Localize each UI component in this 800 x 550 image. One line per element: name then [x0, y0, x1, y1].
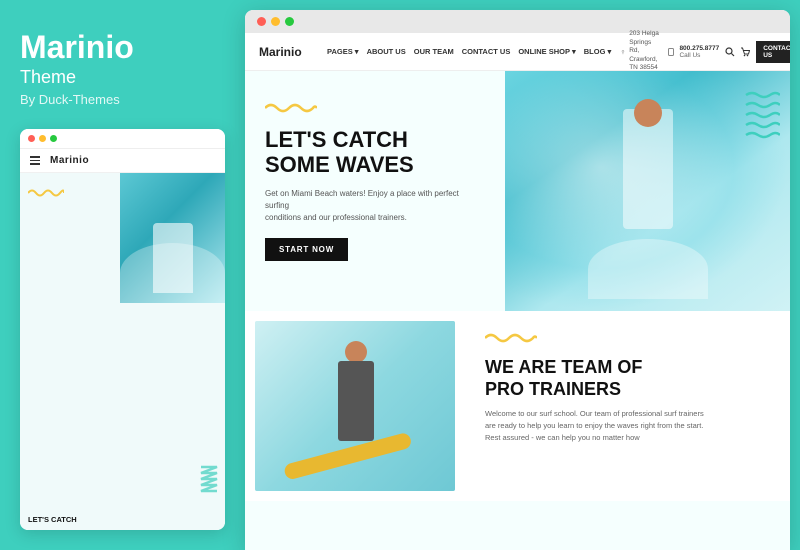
site-logo: Marinio [259, 45, 309, 59]
section-below-image [255, 321, 455, 491]
mini-surf-image [120, 173, 225, 303]
below-wave-decoration [485, 331, 770, 349]
nav-contact[interactable]: CONTACT US [462, 47, 511, 56]
hero-zigzag-decoration [744, 91, 780, 144]
site-navbar: Marinio PAGES ▾ ABOUT US OUR TEAM CONTAC… [245, 33, 790, 71]
nav-blog[interactable]: BLOG ▾ [584, 47, 612, 56]
nav-pages[interactable]: PAGES ▾ [327, 47, 359, 56]
mini-text-area [28, 188, 118, 207]
app-author: By Duck-Themes [20, 92, 225, 107]
hero-description: Get on Miami Beach waters! Enjoy a place… [265, 188, 465, 224]
below-person-head [345, 341, 367, 363]
mini-catch-text: LET'S CATCH [28, 515, 77, 524]
mini-preview-card: Marinio LET'S CATCH [20, 129, 225, 530]
nav-links: PAGES ▾ ABOUT US OUR TEAM CONTACT US ONL… [327, 47, 611, 56]
app-title: Marinio [20, 30, 225, 65]
mini-preview-titlebar [20, 129, 225, 149]
nav-about[interactable]: ABOUT US [367, 47, 406, 56]
nav-icons [725, 47, 750, 57]
section-below-hero: WE ARE TEAM OF PRO TRAINERS Welcome to o… [245, 311, 790, 501]
mini-surfer-figure [153, 223, 193, 293]
browser-dot-red [257, 17, 266, 26]
below-person-body [338, 361, 374, 441]
phone-icon [667, 48, 675, 56]
cart-icon[interactable] [740, 47, 750, 57]
below-section-title: WE ARE TEAM OF PRO TRAINERS [485, 357, 770, 400]
hero-left: LET'S CATCH SOME WAVES Get on Miami Beac… [245, 71, 505, 311]
location-icon [621, 47, 625, 57]
nav-team[interactable]: OUR TEAM [414, 47, 454, 56]
mini-logo: Marinio [50, 155, 89, 166]
left-panel: Marinio Theme By Duck-Themes Marinio [0, 0, 245, 550]
contact-us-button[interactable]: CONTACT US [756, 41, 790, 63]
browser-dot-green [285, 17, 294, 26]
mini-preview-body: LET'S CATCH [20, 173, 225, 530]
search-icon[interactable] [725, 47, 735, 57]
mini-wave-yellow-icon [28, 188, 64, 198]
mini-dot-green [50, 135, 57, 142]
surfer-body [623, 109, 673, 229]
hero-wave-decoration [265, 101, 485, 119]
start-now-button[interactable]: START NOW [265, 238, 348, 261]
site-content: LET'S CATCH SOME WAVES Get on Miami Beac… [245, 71, 790, 550]
surfer-wave-splash [588, 239, 708, 299]
browser-dot-yellow [271, 17, 280, 26]
app-subtitle: Theme [20, 67, 225, 88]
nav-shop[interactable]: ONLINE SHOP ▾ [518, 47, 575, 56]
mini-hamburger-icon [30, 156, 40, 165]
hero-title: LET'S CATCH SOME WAVES [265, 127, 485, 178]
right-panel-browser: Marinio PAGES ▾ ABOUT US OUR TEAM CONTAC… [245, 10, 790, 550]
nav-address: 203 Helga Springs Rd,Crawford, TN 38554 [629, 30, 661, 72]
mini-zigzag-icon [199, 465, 221, 500]
below-section-description: Welcome to our surf school. Our team of … [485, 408, 705, 444]
mini-dot-red [28, 135, 35, 142]
section-below-text: WE ARE TEAM OF PRO TRAINERS Welcome to o… [465, 311, 790, 501]
hero-surfer-figure [588, 99, 708, 299]
nav-right-info: 203 Helga Springs Rd,Crawford, TN 38554 … [621, 30, 790, 72]
below-image-bg [255, 321, 455, 491]
hero-image-area [505, 71, 790, 311]
mini-nav: Marinio [20, 149, 225, 173]
mini-dot-yellow [39, 135, 46, 142]
surfer-head [634, 99, 662, 127]
hero-section: LET'S CATCH SOME WAVES Get on Miami Beac… [245, 71, 790, 311]
nav-phone: 800.275.8777Call Us [679, 45, 719, 59]
